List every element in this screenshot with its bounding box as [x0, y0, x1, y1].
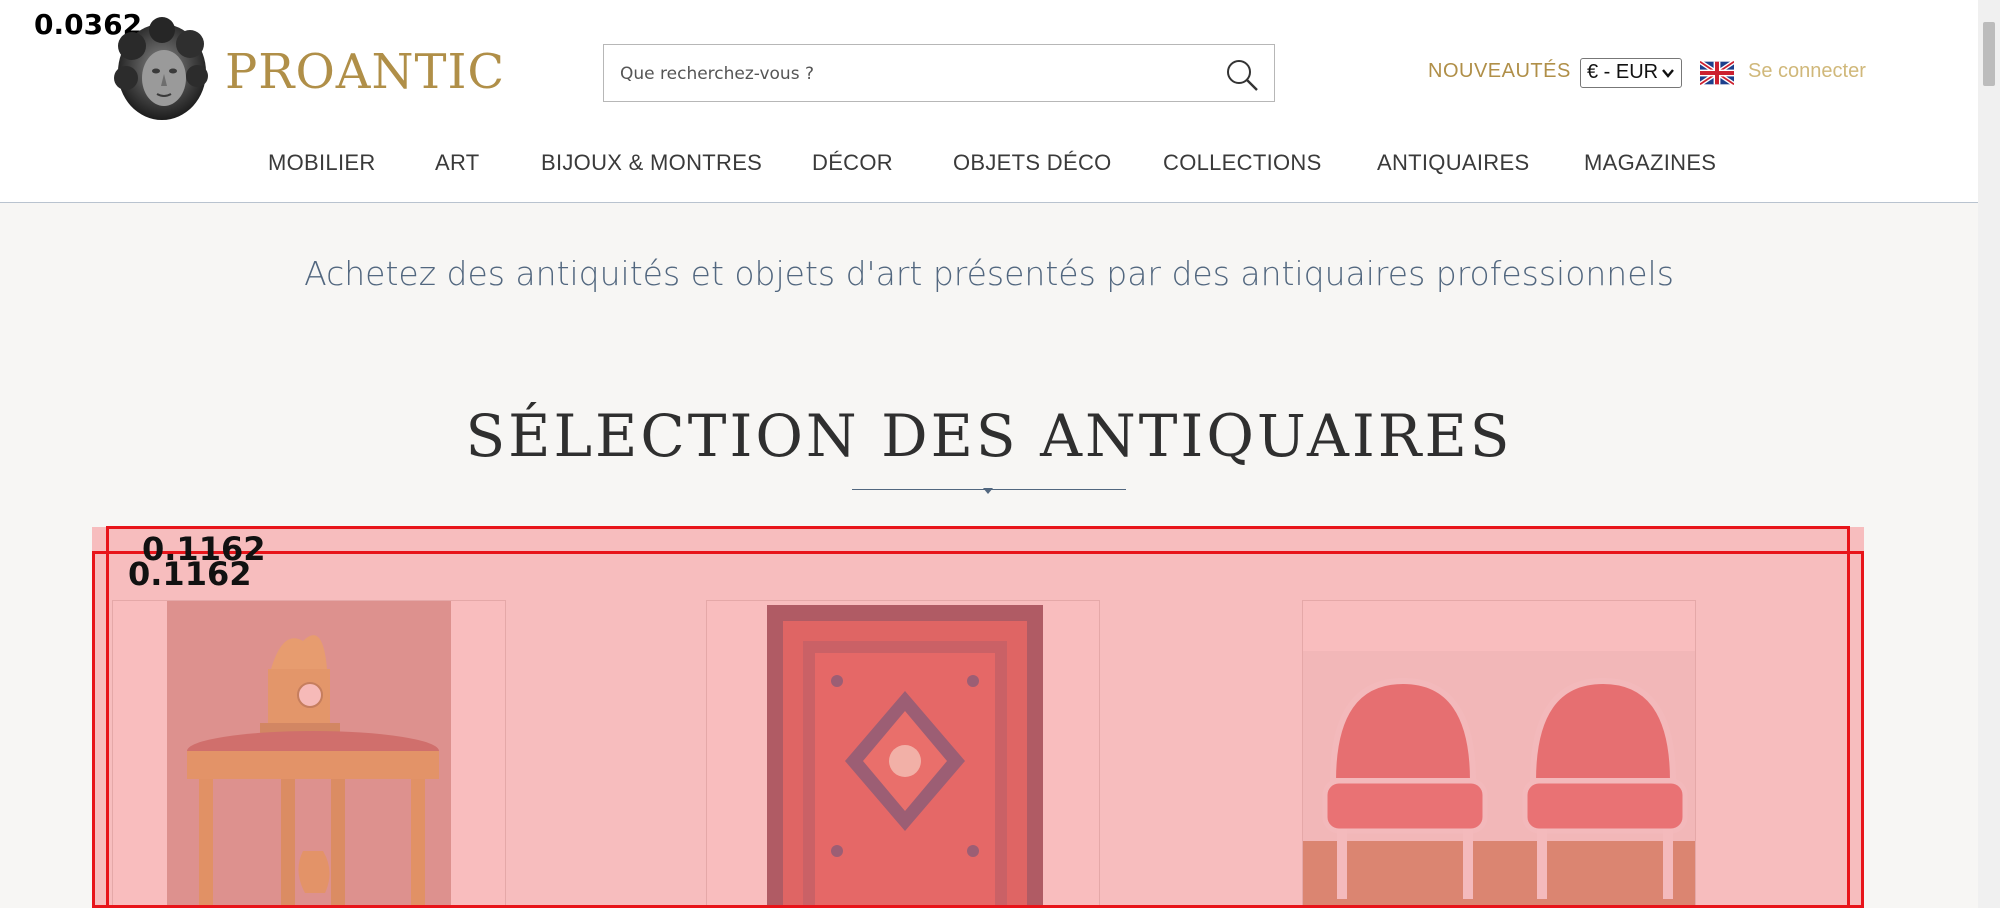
- highlight-box-inner: [92, 551, 1864, 908]
- currency-select[interactable]: € - EUR: [1580, 58, 1682, 88]
- search-icon[interactable]: [1224, 57, 1260, 93]
- nav-item-art[interactable]: ART: [435, 150, 480, 176]
- login-link[interactable]: Se connecter: [1748, 60, 1866, 83]
- page-scrollbar[interactable]: [1978, 0, 2000, 908]
- nav-item-decor[interactable]: DÉCOR: [812, 150, 893, 176]
- uk-flag-icon[interactable]: [1698, 59, 1736, 87]
- main-nav: MOBILIER ART BIJOUX & MONTRES DÉCOR OBJE…: [0, 150, 1978, 180]
- diamond-icon: [983, 488, 993, 494]
- new-arrivals-link[interactable]: NOUVEAUTÉS: [1428, 60, 1571, 83]
- chevron-down-icon: [1662, 69, 1674, 78]
- nav-item-bijoux-montres[interactable]: BIJOUX & MONTRES: [541, 150, 762, 176]
- scrollbar-thumb[interactable]: [1983, 22, 1995, 86]
- highlight-label-inner: 0.1162: [128, 555, 252, 593]
- search-box[interactable]: [603, 44, 1275, 102]
- logo-bust-icon[interactable]: [112, 16, 210, 122]
- nav-item-mobilier[interactable]: MOBILIER: [268, 150, 376, 176]
- nav-item-collections[interactable]: COLLECTIONS: [1163, 150, 1322, 176]
- search-input[interactable]: [618, 57, 1182, 91]
- nav-item-magazines[interactable]: MAGAZINES: [1584, 150, 1716, 176]
- nav-item-objets-deco[interactable]: OBJETS DÉCO: [953, 150, 1112, 176]
- section-title: SÉLECTION DES ANTIQUAIRES: [465, 402, 1513, 470]
- page-tagline: Achetez des antiquités et objets d'art p…: [304, 254, 1674, 293]
- logo-text[interactable]: PROANTIC: [225, 44, 505, 100]
- nav-item-antiquaires[interactable]: ANTIQUAIRES: [1377, 150, 1529, 176]
- currency-value: € - EUR: [1587, 61, 1659, 83]
